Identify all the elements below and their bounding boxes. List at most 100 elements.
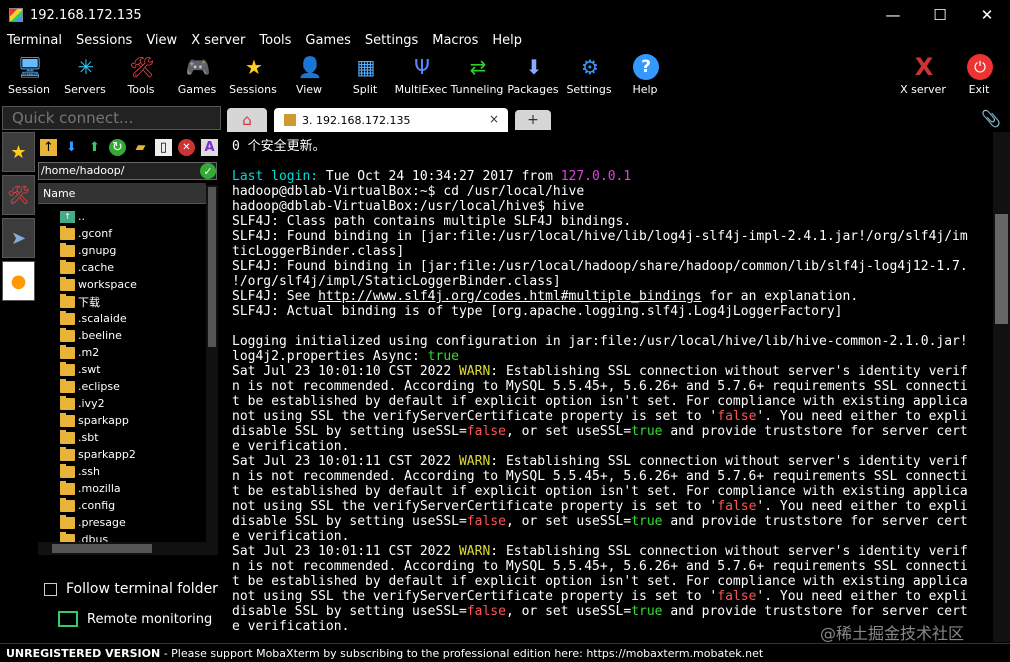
split-icon: ▦ [356,55,376,79]
list-item[interactable]: .presage [60,514,126,531]
close-window-button[interactable]: ✕ [964,0,1010,30]
home-tab[interactable]: ⌂ [227,108,267,132]
packages-icon: ⬇ [525,55,543,79]
list-item[interactable]: .swt [60,361,101,378]
quick-connect-input[interactable] [2,106,221,130]
list-item[interactable]: .gconf [60,225,112,242]
menu-games[interactable]: Games [298,33,357,48]
folder-icon [60,276,75,291]
path-ok-icon[interactable]: ✓ [200,163,216,179]
file-list: ↑.. .gconf .gnupg .cache workspace 下载 .scalai… [38,205,206,555]
list-item[interactable]: .eclipse [60,378,120,395]
exit-button[interactable]: ⏻ Exit [951,51,1007,101]
list-item[interactable]: .ssh [60,463,100,480]
checkbox-box[interactable] [44,582,57,596]
sessions-tab-icon[interactable]: ★ [2,132,35,172]
list-item[interactable]: .scalaide [60,310,127,327]
name-column-header[interactable]: Name [38,183,206,204]
terminal-scrollbar[interactable] [993,132,1010,642]
tab-session[interactable]: 3. 192.168.172.135 × [274,108,508,132]
list-item[interactable]: .ivy2 [60,395,105,412]
tools-icon: 🛠 [129,55,155,79]
maximize-button[interactable]: ☐ [917,0,963,30]
list-item[interactable]: sparkapp2 [60,446,136,463]
scroll-thumb[interactable] [208,187,216,347]
menu-settings[interactable]: Settings [358,33,425,48]
toolbar: 🖥 Session ✳ Servers 🛠 Tools 🎮 Games ★ Session… [0,51,1010,103]
new-folder-icon[interactable]: ▰ [132,139,149,156]
gears-icon: ⚙ [581,55,599,79]
folder-icon [60,259,75,274]
tools-tab-icon[interactable]: 🛠 [2,175,35,215]
paperclip-icon[interactable]: 📎 [981,109,1001,128]
side-tabs: ★ 🛠 ➤ ● [0,132,36,302]
list-item[interactable]: .cache [60,259,114,276]
new-file-icon[interactable]: ▯ [155,139,172,156]
list-item-up[interactable]: ↑.. [60,208,85,225]
terminal-line: 0 个安全更新。 [232,139,326,154]
file-list-hscrollbar[interactable] [38,542,218,555]
menu-tools[interactable]: Tools [252,33,298,48]
gamepad-icon: 🎮 [185,55,211,79]
home-icon: ⌂ [242,111,252,129]
folder-icon [60,429,75,444]
parent-folder-icon[interactable]: ↑ [40,139,57,156]
list-item[interactable]: .gnupg [60,242,116,259]
folder-icon [60,514,75,529]
watermark: @稀土掘金技术社区 [820,624,965,643]
terminal[interactable]: 0 个安全更新。 Last login: Tue Oct 24 10:34:27… [229,132,993,642]
xserver-icon: X [914,53,934,81]
path-input[interactable]: /home/hadoop/ [38,162,217,180]
list-item[interactable]: .mozilla [60,480,121,497]
folder-icon [60,378,75,393]
send-tab-icon[interactable]: ➤ [2,218,35,258]
window-title: 192.168.172.135 [30,7,142,23]
remote-monitoring-button[interactable]: Remote monitoring [58,611,212,627]
folder-icon [60,480,75,495]
folder-icon [60,395,75,410]
hscroll-thumb[interactable] [52,544,152,553]
menu-xserver[interactable]: X server [184,33,252,48]
new-tab-button[interactable]: + [515,110,551,130]
menu-macros[interactable]: Macros [425,33,485,48]
mobaxterm-link[interactable]: https://mobaxterm.mobatek.net [586,647,763,660]
tab-bar: ⌂ 3. 192.168.172.135 × + 📎 [224,107,1010,132]
list-item[interactable]: workspace [60,276,137,293]
monitor-chart-icon [58,611,78,627]
folder-icon [60,293,75,308]
help-button[interactable]: ? Help [617,51,673,101]
star-icon: ★ [245,55,263,79]
folder-icon [60,412,75,427]
list-item[interactable]: 下载 [60,293,100,310]
refresh-icon[interactable]: ↻ [109,139,126,156]
parent-dir-icon: ↑ [60,210,75,223]
folder-icon [60,225,75,240]
sftp-tab-icon[interactable]: ● [2,261,35,301]
file-list-scrollbar[interactable] [206,185,218,555]
list-item[interactable]: .sbt [60,429,99,446]
folder-icon [60,242,75,257]
rename-icon[interactable]: A [201,139,218,156]
delete-icon[interactable]: ✕ [178,139,195,156]
app-icon [9,8,23,22]
list-item[interactable]: sparkapp [60,412,129,429]
list-item[interactable]: .config [60,497,115,514]
tunneling-icon: ⇄ [469,55,487,79]
upload-icon[interactable]: ⬆ [86,139,103,156]
folder-icon [60,446,75,461]
slf4j-link[interactable]: http://www.slf4j.org/codes.html#multiple… [318,289,702,304]
list-item[interactable]: .beeline [60,327,122,344]
unregistered-label: UNREGISTERED VERSION [6,647,161,660]
menu-view[interactable]: View [139,33,184,48]
list-item[interactable]: .m2 [60,344,99,361]
download-icon[interactable]: ⬇ [63,139,80,156]
menu-sessions[interactable]: Sessions [69,33,139,48]
session-tab-icon [284,114,296,126]
terminal-scroll-thumb[interactable] [995,214,1008,324]
minimize-button[interactable]: — [870,0,916,30]
follow-terminal-folder-checkbox[interactable]: Follow terminal folder [44,581,218,597]
close-tab-icon[interactable]: × [489,112,499,126]
menu-terminal[interactable]: Terminal [0,33,69,48]
status-bar: UNREGISTERED VERSION - Please support Mo… [0,643,1010,662]
menu-help[interactable]: Help [485,33,529,48]
